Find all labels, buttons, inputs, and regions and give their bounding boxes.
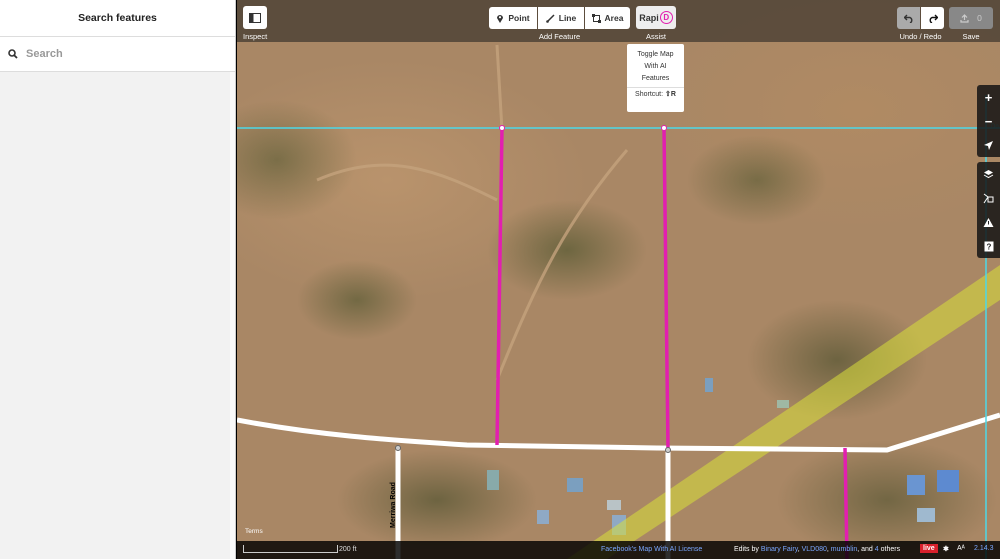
line-label: Line <box>558 13 577 23</box>
map-controls: + − <box>977 85 1000 157</box>
accessibility-icon[interactable]: Aᴬ <box>957 545 965 552</box>
save-count: 0 <box>977 13 982 23</box>
sidebar-toggle-button[interactable] <box>243 6 267 29</box>
map-data-icon <box>983 193 994 203</box>
sidebar-icon <box>249 12 261 23</box>
redo-button[interactable] <box>921 7 944 29</box>
plus-icon: + <box>984 89 993 105</box>
shortcut-label: Shortcut: <box>635 91 664 98</box>
issues-button[interactable] <box>977 210 1000 234</box>
geolocate-icon <box>984 140 993 150</box>
map-footer: 200 ft Facebook's Map With AI License Ed… <box>237 541 1000 559</box>
undo-icon <box>903 14 912 23</box>
help-icon: ? <box>984 241 993 251</box>
road-label: Merriwa Road <box>390 482 397 528</box>
inspect-label: Inspect <box>243 32 268 41</box>
road-label-wrap: Merriwa Road <box>387 480 403 530</box>
save-button[interactable]: 0 <box>949 7 993 29</box>
editor-link-3[interactable]: mumblin <box>831 546 857 553</box>
others-text: others <box>880 546 901 553</box>
version-link[interactable]: 2.14.3 <box>974 545 993 552</box>
scale-bar[interactable] <box>243 545 338 553</box>
map-canvas[interactable]: Merriwa Road Terms Do <box>237 0 1000 559</box>
editor-link-2[interactable]: VLD080 <box>802 546 827 553</box>
add-line-button[interactable]: Line <box>538 7 584 29</box>
add-feature-label: Add Feature <box>538 32 581 41</box>
sidebar-scrollbar[interactable] <box>230 72 235 559</box>
undo-button[interactable] <box>897 7 920 29</box>
bug-icon[interactable]: ✱ <box>943 545 949 553</box>
panel-controls: ? <box>977 162 1000 258</box>
scale-text: 200 ft <box>339 546 357 553</box>
tooltip-shortcut: Shortcut: ⇧R <box>627 87 684 101</box>
line-icon <box>545 13 555 23</box>
sidebar: Search features <box>0 0 236 559</box>
assist-label: Assist <box>645 32 666 41</box>
point-label: Point <box>508 13 530 23</box>
zoom-in-button[interactable]: + <box>977 85 1000 109</box>
svg-text:?: ? <box>986 242 991 251</box>
search-input[interactable] <box>24 47 218 61</box>
area-label: Area <box>604 13 624 23</box>
rapid-tooltip: Toggle Map With AI Features Shortcut: ⇧R <box>627 44 684 112</box>
rapid-label: Rapi <box>639 12 659 23</box>
license-link[interactable]: Facebook's Map With AI License <box>601 546 702 553</box>
map-data-button[interactable] <box>977 186 1000 210</box>
add-point-button[interactable]: Point <box>489 7 537 29</box>
geolocate-button[interactable] <box>977 133 1000 157</box>
tooltip-line-3: Features <box>641 75 670 82</box>
search-bar <box>0 37 235 72</box>
point-icon <box>497 14 504 23</box>
add-area-button[interactable]: Area <box>585 7 630 29</box>
minus-icon: − <box>984 113 993 129</box>
sidebar-title: Search features <box>0 0 235 37</box>
and-text: , and <box>857 546 873 553</box>
undo-redo-label: Undo / Redo <box>899 32 942 41</box>
background-button[interactable] <box>977 162 1000 186</box>
save-label: Save <box>962 32 980 41</box>
tooltip-line-1: Toggle Map <box>637 51 674 58</box>
redo-icon <box>929 14 938 23</box>
search-icon <box>8 49 18 59</box>
editor-link-1[interactable]: Binary Fairy <box>761 546 798 553</box>
upload-icon <box>960 13 969 23</box>
rapid-toggle-button[interactable]: Rapi D <box>636 6 676 29</box>
others-count-link[interactable]: 4 <box>875 546 879 553</box>
area-icon <box>591 13 601 23</box>
map-overlay <box>237 44 1000 559</box>
warning-icon <box>983 217 994 227</box>
terms-link[interactable]: Terms <box>245 528 263 535</box>
shortcut-key: ⇧R <box>665 91 676 98</box>
zoom-out-button[interactable]: − <box>977 109 1000 133</box>
help-button[interactable]: ? <box>977 234 1000 258</box>
rapid-logo-icon: D <box>659 11 673 24</box>
tooltip-line-2: With AI <box>644 63 667 70</box>
edits-prefix: Edits by <box>734 546 759 553</box>
layers-icon <box>983 169 994 178</box>
edits-attribution: Edits by Binary Fairy, VLD080, mumblin, … <box>734 546 901 553</box>
live-badge: live <box>920 544 938 553</box>
